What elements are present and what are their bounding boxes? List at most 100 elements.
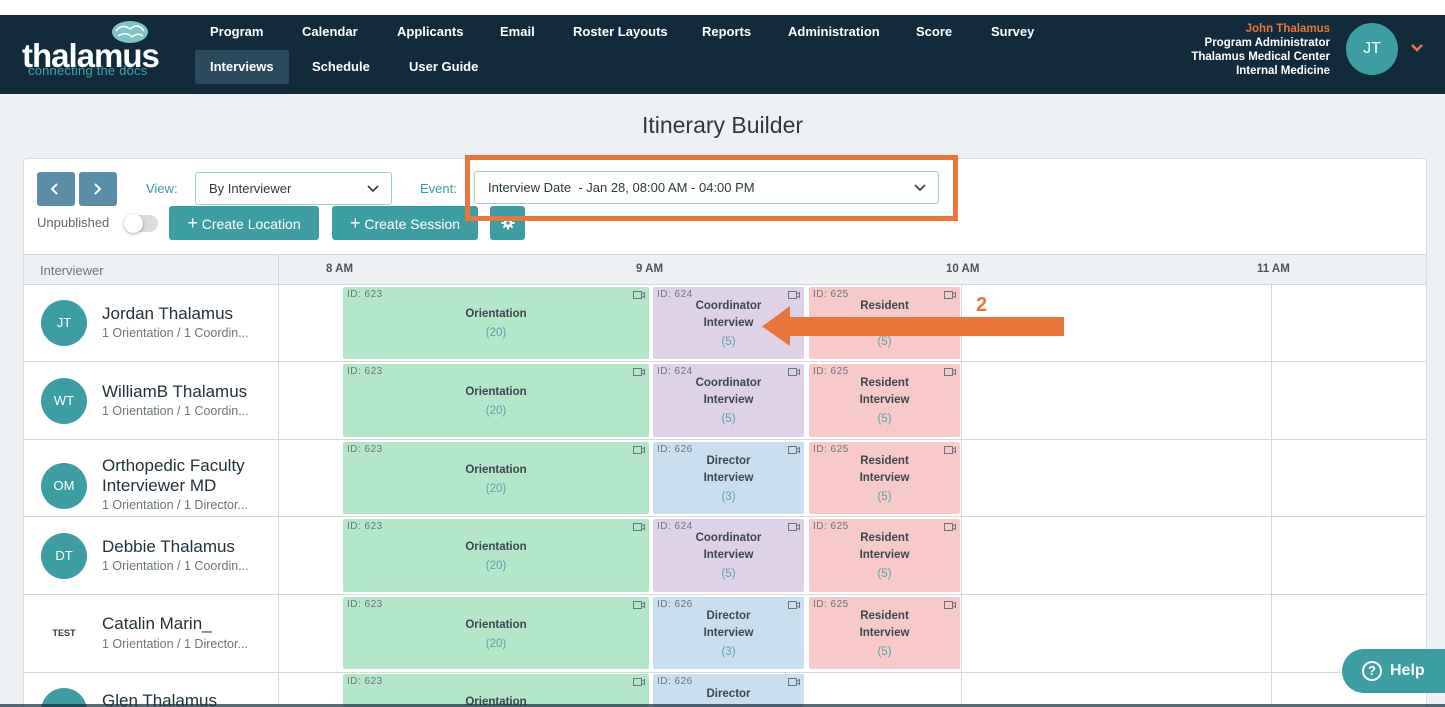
interviewer-avatar: JT (41, 300, 87, 346)
session-count: (20) (485, 327, 507, 339)
interviewer-name[interactable]: Debbie Thalamus (102, 537, 235, 557)
row-separator (24, 594, 1426, 595)
session-count: (5) (877, 413, 892, 425)
video-camera-icon (788, 678, 800, 686)
session-director-interview[interactable]: ID: 626 Director Interview (3) (653, 597, 804, 669)
session-orientation[interactable]: ID: 623 Orientation (20) (343, 442, 649, 514)
chevron-right-icon (94, 183, 102, 195)
session-id: ID: 623 (347, 366, 383, 377)
question-icon: ? (1362, 661, 1382, 681)
user-dept: Internal Medicine (1236, 65, 1330, 77)
interviewer-name[interactable]: WilliamB Thalamus (102, 382, 247, 402)
create-session-label: Create Session (364, 216, 461, 232)
session-title-line2: Interview (703, 627, 754, 639)
create-location-button[interactable]: + Create Location (169, 206, 319, 240)
nav-program[interactable]: Program (195, 15, 278, 49)
chevron-down-icon (367, 185, 379, 193)
video-camera-icon (633, 291, 645, 299)
interviewer-name[interactable]: Orthopedic Faculty Interviewer MD (102, 456, 272, 496)
row-separator (24, 516, 1426, 517)
session-title-line2: Interview (859, 627, 910, 639)
session-id: ID: 623 (347, 444, 383, 455)
session-title: Orientation (465, 541, 527, 553)
nav-roster-layouts[interactable]: Roster Layouts (558, 15, 683, 49)
session-orientation[interactable]: ID: 623 Orientation (20) (343, 364, 649, 437)
name-column-divider (278, 285, 279, 705)
session-title: Director (706, 455, 751, 467)
session-title: Director (706, 610, 751, 622)
thalamus-logo[interactable]: thalamus connecting the docs (22, 19, 162, 89)
nav-survey[interactable]: Survey (976, 15, 1049, 49)
session-coordinator-interview[interactable]: ID: 624 Coordinator Interview (5) (653, 364, 804, 437)
session-title: Resident (860, 377, 909, 389)
session-count: (3) (721, 646, 736, 658)
help-button[interactable]: ? Help (1342, 649, 1445, 693)
session-title-line2: Interview (703, 472, 754, 484)
session-resident-interview[interactable]: ID: 625 Resident Interview (5) (809, 442, 960, 514)
session-title: Orientation (465, 308, 527, 320)
session-id: ID: 623 (347, 599, 383, 610)
session-orientation[interactable]: ID: 623 Orientation (343, 674, 649, 707)
user-role: Program Administrator (1204, 37, 1330, 49)
session-orientation[interactable]: ID: 623 Orientation (20) (343, 519, 649, 592)
interviewer-summary: 1 Orientation / 1 Coordin... (102, 326, 249, 340)
session-director-interview[interactable]: ID: 626 Director Interview (3) (653, 442, 804, 514)
session-orientation[interactable]: ID: 623 Orientation (20) (343, 597, 649, 669)
interviewer-summary: 1 Orientation / 1 Director... (102, 498, 248, 512)
session-coordinator-interview[interactable]: ID: 624 Coordinator Interview (5) (653, 519, 804, 592)
unpublished-toggle[interactable] (124, 214, 158, 233)
session-director-interview[interactable]: ID: 626 Director (653, 674, 804, 707)
session-title-line2: Interview (703, 549, 754, 561)
user-avatar[interactable]: JT (1346, 23, 1398, 75)
top-strip (0, 0, 1445, 15)
session-count: (5) (877, 491, 892, 503)
prev-button[interactable] (37, 172, 75, 206)
header-divider (278, 255, 279, 286)
nav-administration[interactable]: Administration (773, 15, 895, 49)
interviewer-summary: 1 Orientation / 1 Coordin... (102, 404, 249, 418)
time-11am: 11 AM (1257, 263, 1290, 275)
nav-schedule[interactable]: Schedule (297, 50, 385, 84)
gridline-10am (961, 285, 962, 705)
plus-icon: + (187, 213, 198, 233)
interviewer-avatar: OM (41, 463, 87, 509)
session-resident-interview[interactable]: ID: 625 Resident Interview (5) (809, 519, 960, 592)
navbar: thalamus connecting the docs Program Cal… (0, 15, 1445, 94)
session-count: (20) (485, 483, 507, 495)
nav-reports[interactable]: Reports (687, 15, 766, 49)
user-org: Thalamus Medical Center (1191, 51, 1330, 63)
next-button[interactable] (79, 172, 117, 206)
interviewer-summary: 1 Orientation / 1 Coordin... (102, 559, 249, 573)
time-10am: 10 AM (946, 263, 980, 275)
interviewer-summary: 1 Orientation / 1 Director... (102, 637, 248, 651)
interviewer-name[interactable]: Catalin Marin_ (102, 614, 212, 634)
interviewer-name[interactable]: Jordan Thalamus (102, 304, 233, 324)
session-orientation[interactable]: ID: 623 Orientation (20) (343, 287, 649, 359)
nav-calendar[interactable]: Calendar (287, 15, 373, 49)
session-count: (20) (485, 560, 507, 572)
create-session-button[interactable]: + Create Session (332, 206, 478, 240)
session-title: Orientation (465, 619, 527, 631)
nav-applicants[interactable]: Applicants (382, 15, 478, 49)
session-title-line2: Interview (859, 472, 910, 484)
session-count: (20) (485, 638, 507, 650)
session-title: Orientation (465, 386, 527, 398)
video-camera-icon (633, 678, 645, 686)
interviewer-column-header: Interviewer (40, 263, 104, 278)
session-resident-interview[interactable]: ID: 625 Resident Interview (5) (809, 597, 960, 669)
chevron-down-icon[interactable] (1410, 41, 1424, 55)
nav-user-guide[interactable]: User Guide (394, 50, 493, 84)
nav-email[interactable]: Email (485, 15, 550, 49)
session-title: Resident (860, 610, 909, 622)
row-separator (24, 361, 1426, 362)
brand-tagline: connecting the docs (28, 63, 148, 78)
video-camera-icon (633, 523, 645, 531)
session-resident-interview[interactable]: ID: 625 Resident Interview (5) (809, 364, 960, 437)
session-count: (5) (877, 646, 892, 658)
nav-score[interactable]: Score (901, 15, 967, 49)
interviewer-avatar: WT (41, 378, 87, 424)
view-select[interactable]: By Interviewer (195, 172, 392, 205)
view-select-value: By Interviewer (209, 181, 292, 196)
nav-interviews[interactable]: Interviews (195, 50, 289, 84)
session-title-line2: Interview (859, 394, 910, 406)
